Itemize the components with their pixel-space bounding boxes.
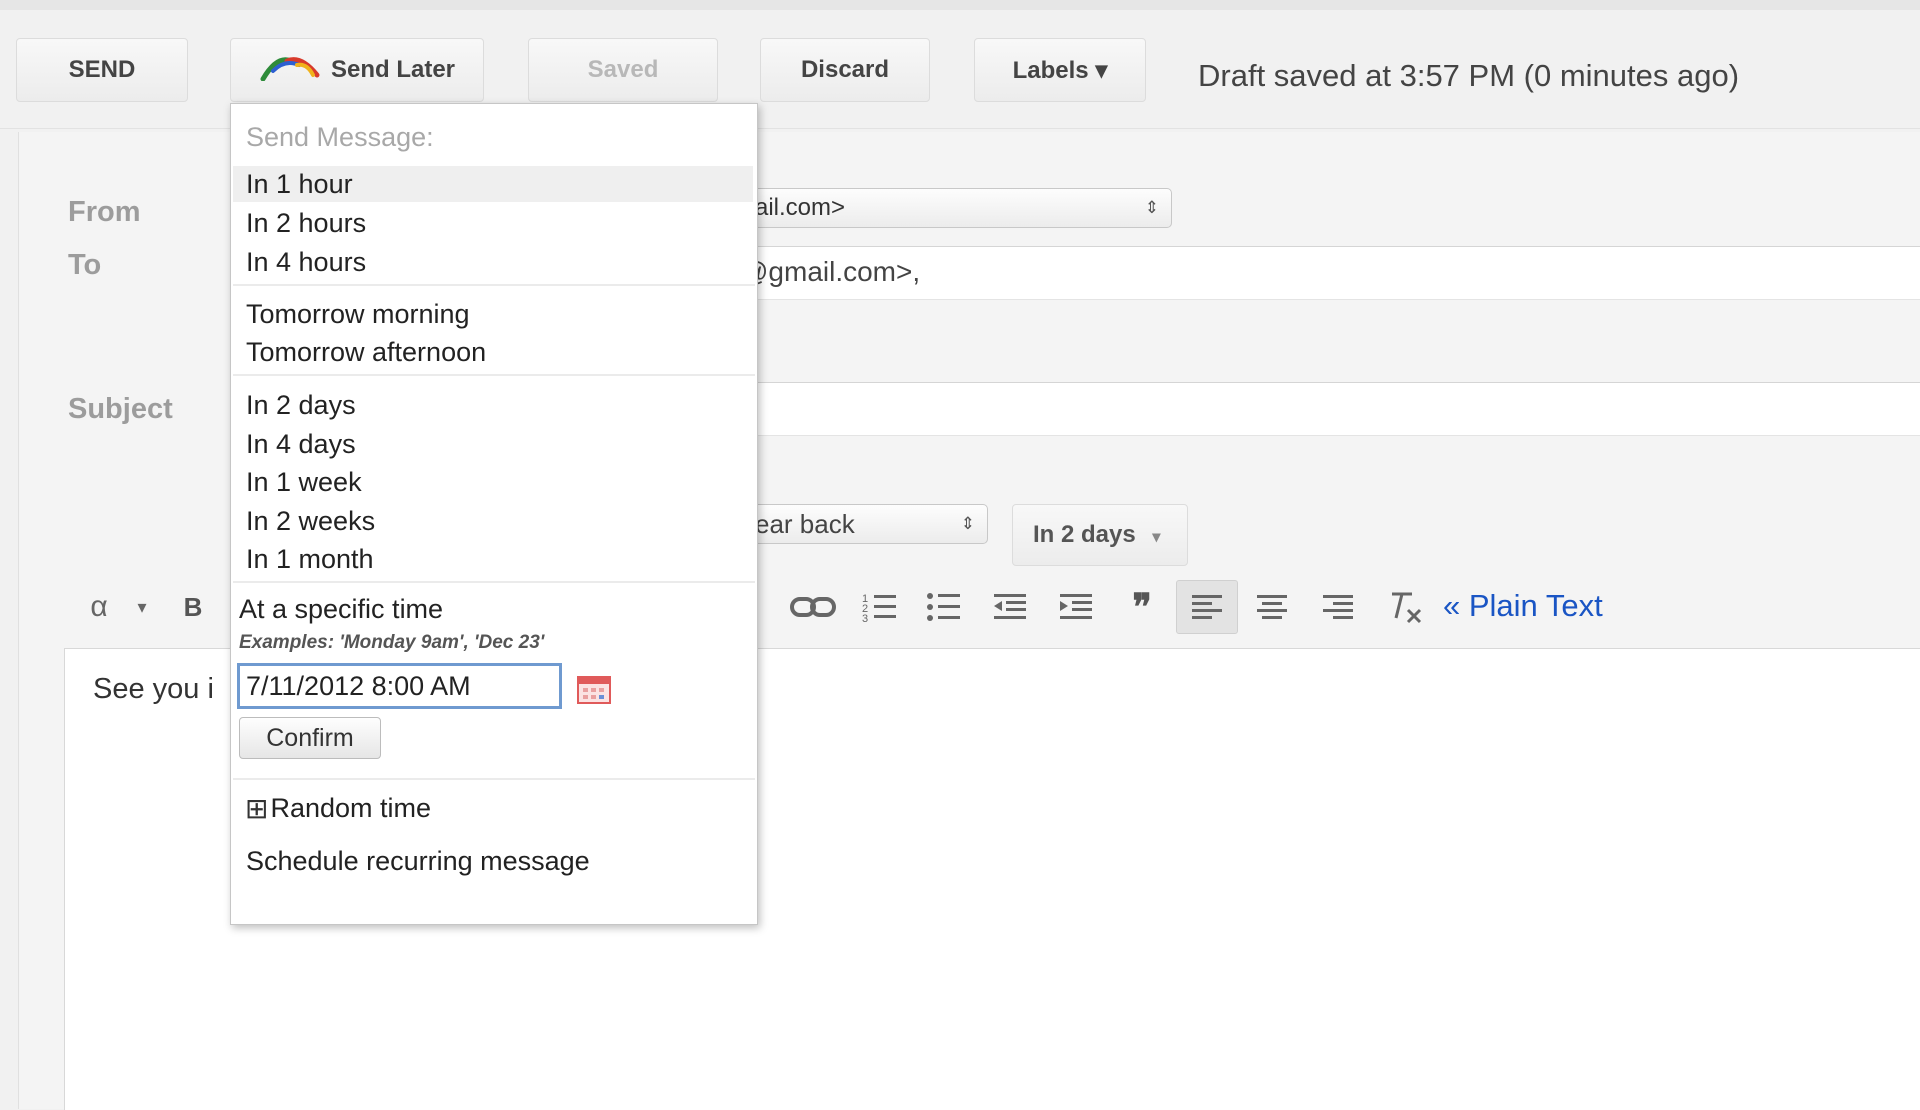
- select-arrows-icon: ⇕: [1144, 198, 1159, 217]
- quote-icon[interactable]: ❞: [1120, 580, 1164, 634]
- examples-hint: Examples: 'Monday 9am', 'Dec 23': [239, 632, 545, 653]
- top-strip: [0, 0, 1920, 10]
- subject-input[interactable]: [740, 382, 1920, 436]
- align-center-icon[interactable]: [1250, 580, 1294, 634]
- followup-days-value: In 2 days: [1033, 521, 1136, 548]
- option-in-2-weeks[interactable]: In 2 weeks: [246, 503, 375, 539]
- random-time-label: Random time: [270, 793, 432, 823]
- boomerang-logo-icon: [259, 53, 321, 88]
- discard-button[interactable]: Discard: [760, 38, 930, 102]
- followup-days-select[interactable]: In 2 days ▾: [1012, 504, 1188, 566]
- plain-text-link[interactable]: « Plain Text: [1443, 588, 1603, 624]
- menu-divider: [233, 374, 755, 376]
- draft-status-text: Draft saved at 3:57 PM (0 minutes ago): [1198, 58, 1740, 93]
- send-message-header: Send Message:: [246, 122, 434, 152]
- from-value: ail.com>: [755, 194, 846, 221]
- option-tomorrow-afternoon[interactable]: Tomorrow afternoon: [246, 334, 486, 370]
- followup-condition-select[interactable]: ear back ⇕: [740, 504, 988, 544]
- chevron-down-icon: ▾: [1152, 529, 1161, 546]
- font-dropdown-icon[interactable]: ▾: [132, 580, 152, 634]
- to-value: @gmail.com>,: [740, 256, 921, 287]
- menu-divider: [233, 581, 755, 583]
- random-time-option[interactable]: ⊞ Random time: [245, 792, 431, 825]
- option-in-2-days[interactable]: In 2 days: [246, 387, 356, 423]
- followup-condition-value: ear back: [755, 509, 855, 539]
- message-body-text: See you i: [93, 673, 214, 705]
- option-tomorrow-morning[interactable]: Tomorrow morning: [246, 296, 470, 332]
- select-arrows-icon: ⇕: [960, 514, 975, 533]
- align-right-icon[interactable]: [1316, 580, 1360, 634]
- to-label: To: [68, 249, 102, 281]
- indent-less-icon[interactable]: [988, 580, 1032, 634]
- from-label: From: [68, 196, 141, 228]
- menu-divider: [233, 778, 755, 780]
- menu-divider: [233, 284, 755, 286]
- saved-button[interactable]: Saved: [528, 38, 718, 102]
- link-icon[interactable]: [788, 580, 838, 634]
- send-later-button[interactable]: Send Later: [230, 38, 484, 102]
- remove-formatting-icon[interactable]: [1384, 580, 1428, 634]
- option-in-1-week[interactable]: In 1 week: [246, 464, 362, 500]
- confirm-button[interactable]: Confirm: [239, 717, 381, 759]
- datetime-input[interactable]: [237, 663, 562, 709]
- send-later-label: Send Later: [330, 56, 456, 83]
- schedule-recurring-option[interactable]: Schedule recurring message: [246, 846, 590, 877]
- option-in-1-hour[interactable]: In 1 hour: [233, 166, 753, 202]
- numbered-list-icon[interactable]: 123: [858, 580, 902, 634]
- option-in-2-hours[interactable]: In 2 hours: [246, 205, 366, 241]
- option-in-4-hours[interactable]: In 4 hours: [246, 244, 366, 280]
- subject-label: Subject: [68, 393, 173, 425]
- to-field[interactable]: @gmail.com>,: [740, 246, 1920, 300]
- align-left-icon[interactable]: [1176, 580, 1238, 634]
- labels-button[interactable]: Labels ▾: [974, 38, 1146, 102]
- indent-more-icon[interactable]: [1054, 580, 1098, 634]
- send-button[interactable]: SEND: [16, 38, 188, 102]
- svg-text:3: 3: [862, 613, 868, 624]
- bulleted-list-icon[interactable]: [922, 580, 966, 634]
- font-icon[interactable]: α: [84, 580, 114, 634]
- send-later-menu: Send Message: In 1 hour In 2 hours In 4 …: [230, 103, 758, 925]
- option-in-1-month[interactable]: In 1 month: [246, 541, 374, 577]
- bold-icon[interactable]: B: [178, 580, 208, 634]
- option-in-4-days[interactable]: In 4 days: [246, 426, 356, 462]
- from-select[interactable]: ail.com> ⇕: [740, 188, 1172, 228]
- grid-icon: ⊞: [245, 793, 269, 824]
- calendar-icon[interactable]: [577, 674, 611, 704]
- specific-time-label: At a specific time: [239, 594, 444, 624]
